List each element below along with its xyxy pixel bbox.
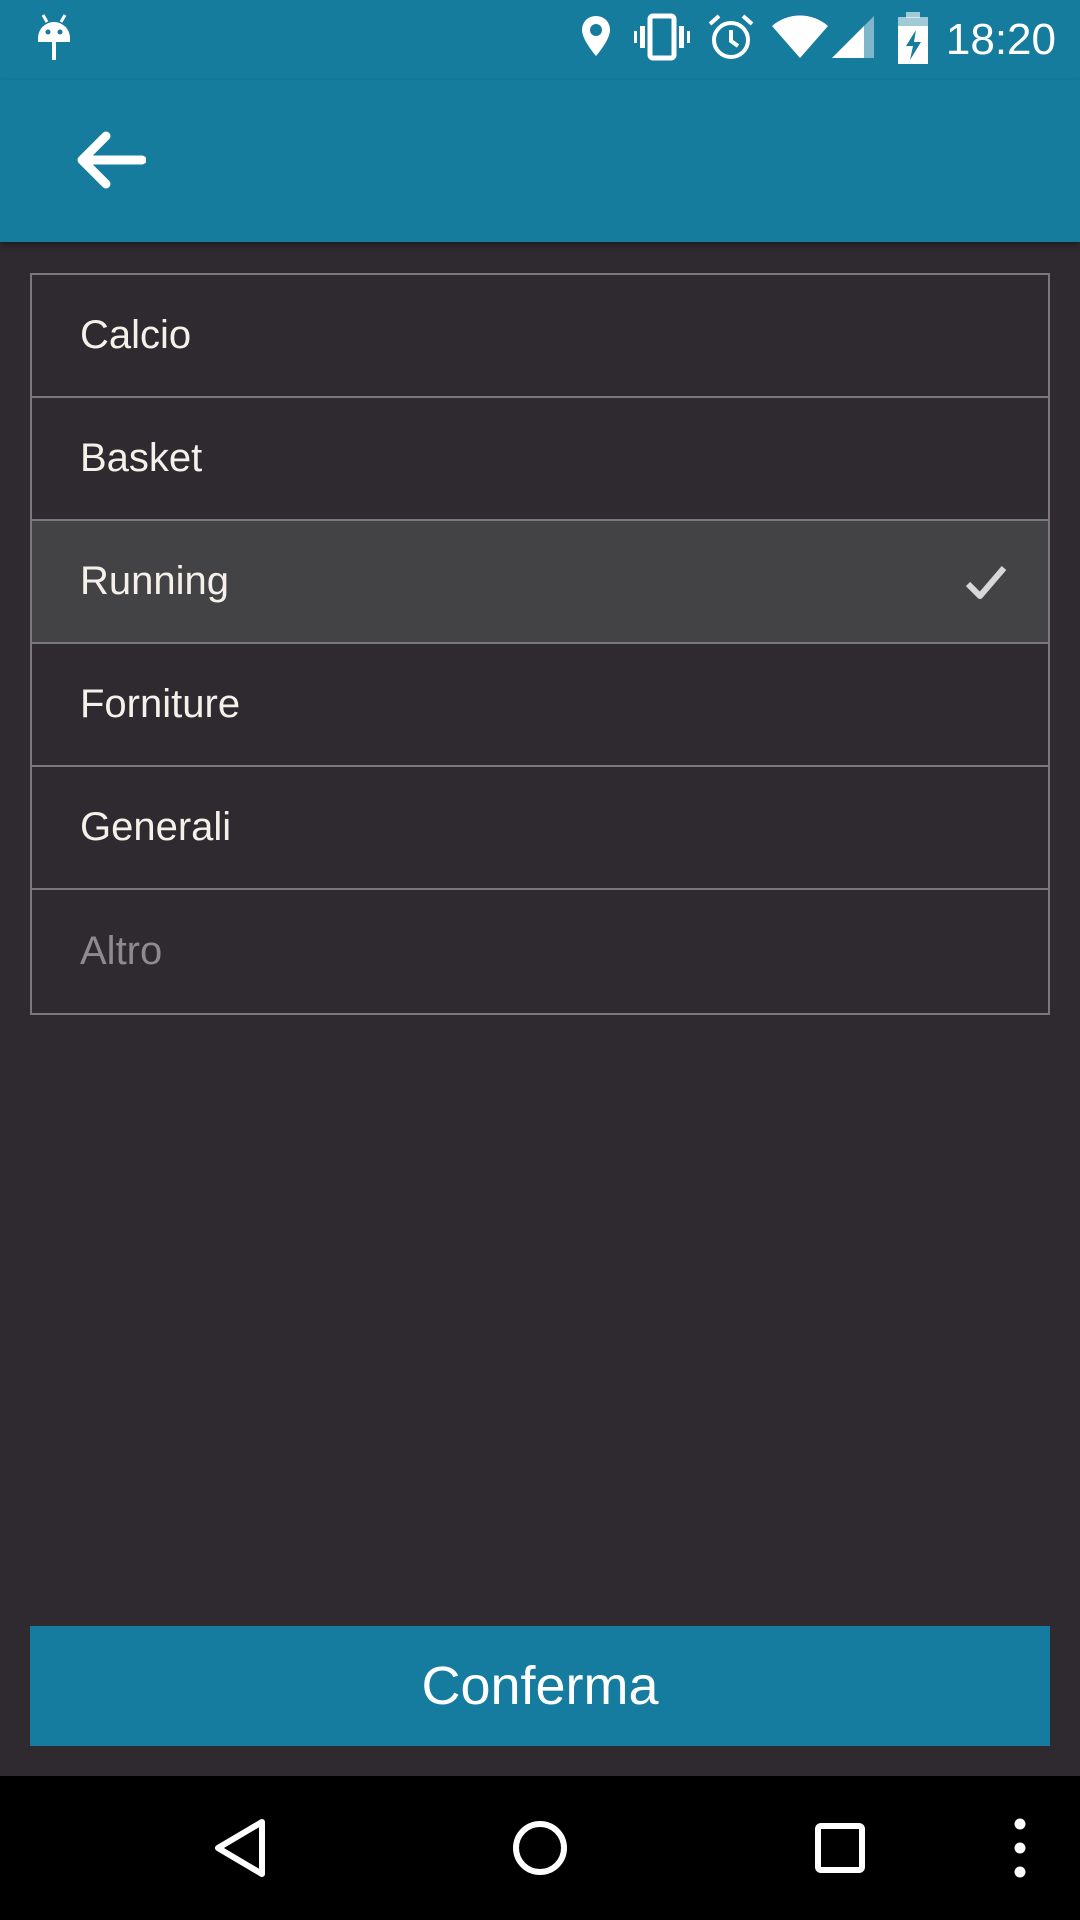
checkmark-icon <box>964 560 1008 604</box>
sport-option-list: Calcio Basket Running Forniture Generali… <box>30 273 1050 1015</box>
cell-signal-icon <box>830 12 876 66</box>
nav-back-button[interactable] <box>190 1776 290 1920</box>
back-button[interactable] <box>60 120 160 200</box>
navigation-bar <box>0 1776 1080 1920</box>
battery-charging-icon <box>896 12 930 70</box>
list-item[interactable]: Altro <box>32 890 1048 1013</box>
nav-overflow-button[interactable] <box>990 1776 1050 1920</box>
location-icon <box>580 12 612 66</box>
recents-square-icon <box>815 1823 865 1873</box>
list-item-label: Running <box>80 559 230 603</box>
list-item-label: Calcio <box>80 313 192 357</box>
list-item[interactable]: Generali <box>32 767 1048 890</box>
wifi-icon <box>772 12 828 66</box>
list-item[interactable]: Calcio <box>32 275 1048 398</box>
list-item[interactable]: Basket <box>32 398 1048 521</box>
confirm-button[interactable]: Conferma <box>30 1626 1050 1746</box>
list-item-label: Forniture <box>80 682 241 726</box>
back-triangle-icon <box>215 1819 265 1877</box>
android-debug-icon <box>34 12 74 66</box>
list-item[interactable]: Forniture <box>32 644 1048 767</box>
nav-recents-button[interactable] <box>790 1776 890 1920</box>
list-item-label: Altro <box>80 929 163 973</box>
list-item-label: Basket <box>80 436 203 480</box>
alarm-icon <box>706 12 756 66</box>
nav-home-button[interactable] <box>490 1776 590 1920</box>
list-item-label: Generali <box>80 805 232 849</box>
status-time: 18:20 <box>945 15 1056 64</box>
list-item[interactable]: Running <box>32 521 1048 644</box>
home-circle-icon <box>513 1821 567 1875</box>
status-bar: 18:20 <box>0 0 1080 80</box>
vibrate-icon <box>634 12 690 66</box>
app-bar <box>0 80 1080 242</box>
overflow-menu-icon <box>1014 1818 1026 1878</box>
arrow-back-icon <box>77 131 146 189</box>
